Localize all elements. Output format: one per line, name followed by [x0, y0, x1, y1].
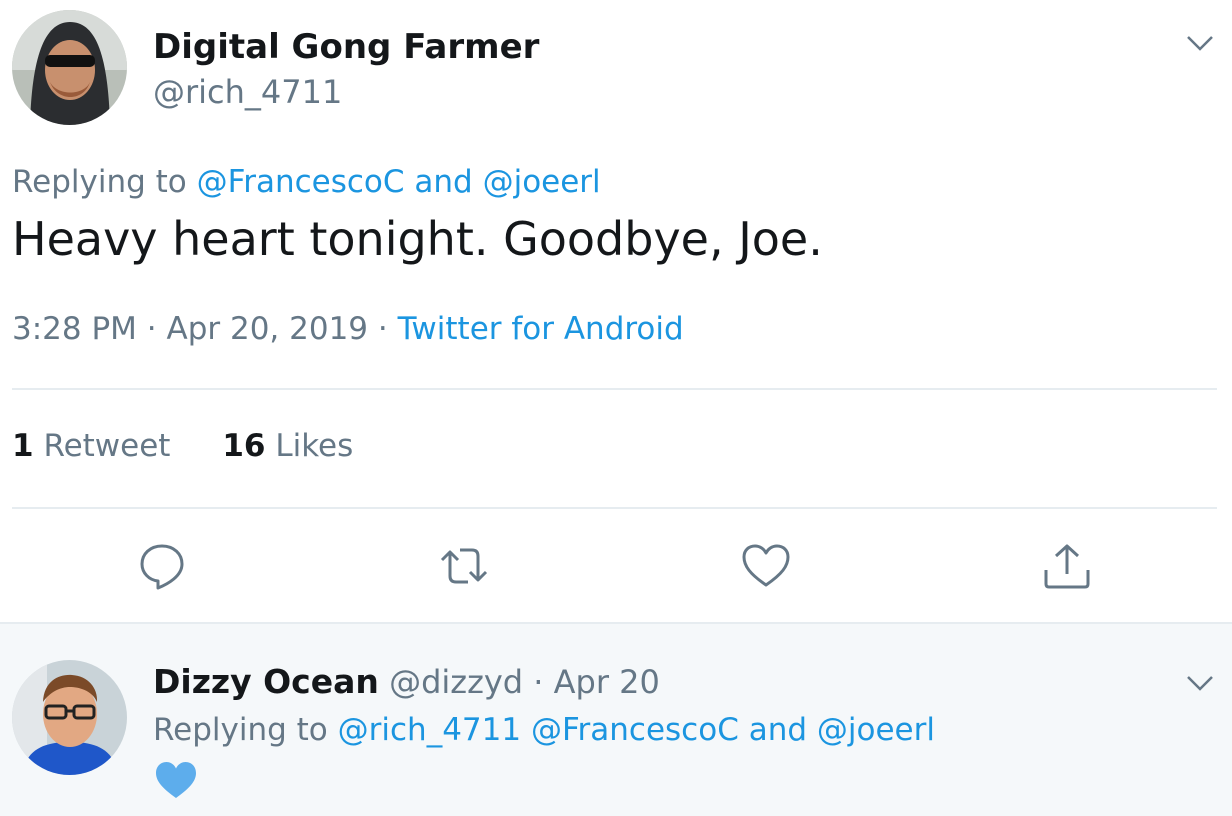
author-handle[interactable]: @rich_4711 — [153, 73, 342, 111]
retweet-stat[interactable]: 1 Retweet — [12, 428, 170, 464]
replying-and[interactable]: and — [749, 712, 807, 748]
reply-author-name[interactable]: Dizzy Ocean — [153, 662, 379, 701]
retweet-count: 1 — [12, 428, 34, 464]
like-label: Likes — [275, 428, 354, 464]
retweet-label: Retweet — [43, 428, 171, 464]
mention-link[interactable]: @FrancescoC — [197, 164, 405, 200]
author-name[interactable]: Digital Gong Farmer — [153, 27, 539, 67]
reply-date[interactable]: Apr 20 — [554, 663, 660, 701]
mention-link[interactable]: @joeerl — [817, 712, 935, 748]
replying-and[interactable]: and — [414, 164, 472, 200]
tweet-text: Heavy heart tonight. Goodbye, Joe. — [12, 212, 823, 266]
tweet-source[interactable]: Twitter for Android — [398, 311, 684, 347]
retweet-icon[interactable] — [438, 540, 490, 592]
like-stat[interactable]: 16 Likes — [222, 428, 353, 464]
reply-author-avatar[interactable] — [12, 660, 127, 775]
main-tweet: Digital Gong Farmer @rich_4711 Replying … — [0, 0, 1232, 622]
reply-icon[interactable] — [136, 540, 188, 592]
like-count: 16 — [222, 428, 266, 464]
chevron-down-icon[interactable] — [1186, 34, 1214, 56]
divider — [12, 507, 1217, 509]
chevron-down-icon[interactable] — [1186, 674, 1214, 696]
mention-link[interactable]: @FrancescoC — [531, 712, 739, 748]
like-icon[interactable] — [740, 540, 792, 592]
blue-heart-icon — [154, 760, 198, 804]
share-icon[interactable] — [1041, 540, 1093, 592]
reply-author-handle[interactable]: @dizzyd — [389, 663, 523, 701]
tweet-stats: 1 Retweet 16 Likes — [12, 428, 395, 464]
meta-separator: · — [533, 663, 544, 701]
author-avatar[interactable] — [12, 10, 127, 125]
reply-tweet[interactable]: Dizzy Ocean @dizzyd · Apr 20 Replying to… — [0, 622, 1232, 816]
divider — [12, 388, 1217, 390]
tweet-time[interactable]: 3:28 PM — [12, 311, 137, 347]
replying-prefix: Replying to — [12, 164, 187, 200]
reply-header: Dizzy Ocean @dizzyd · Apr 20 — [153, 662, 660, 701]
replying-prefix: Replying to — [153, 712, 328, 748]
reply-replying-to: Replying to @rich_4711 @FrancescoC and @… — [153, 712, 935, 748]
tweet-meta: 3:28 PM · Apr 20, 2019 · Twitter for And… — [12, 311, 684, 347]
meta-separator: · — [146, 311, 157, 347]
meta-separator: · — [377, 311, 388, 347]
mention-link[interactable]: @joeerl — [483, 164, 601, 200]
replying-to: Replying to @FrancescoC and @joeerl — [12, 164, 601, 200]
tweet-date[interactable]: Apr 20, 2019 — [167, 311, 369, 347]
mention-link[interactable]: @rich_4711 — [338, 712, 521, 748]
